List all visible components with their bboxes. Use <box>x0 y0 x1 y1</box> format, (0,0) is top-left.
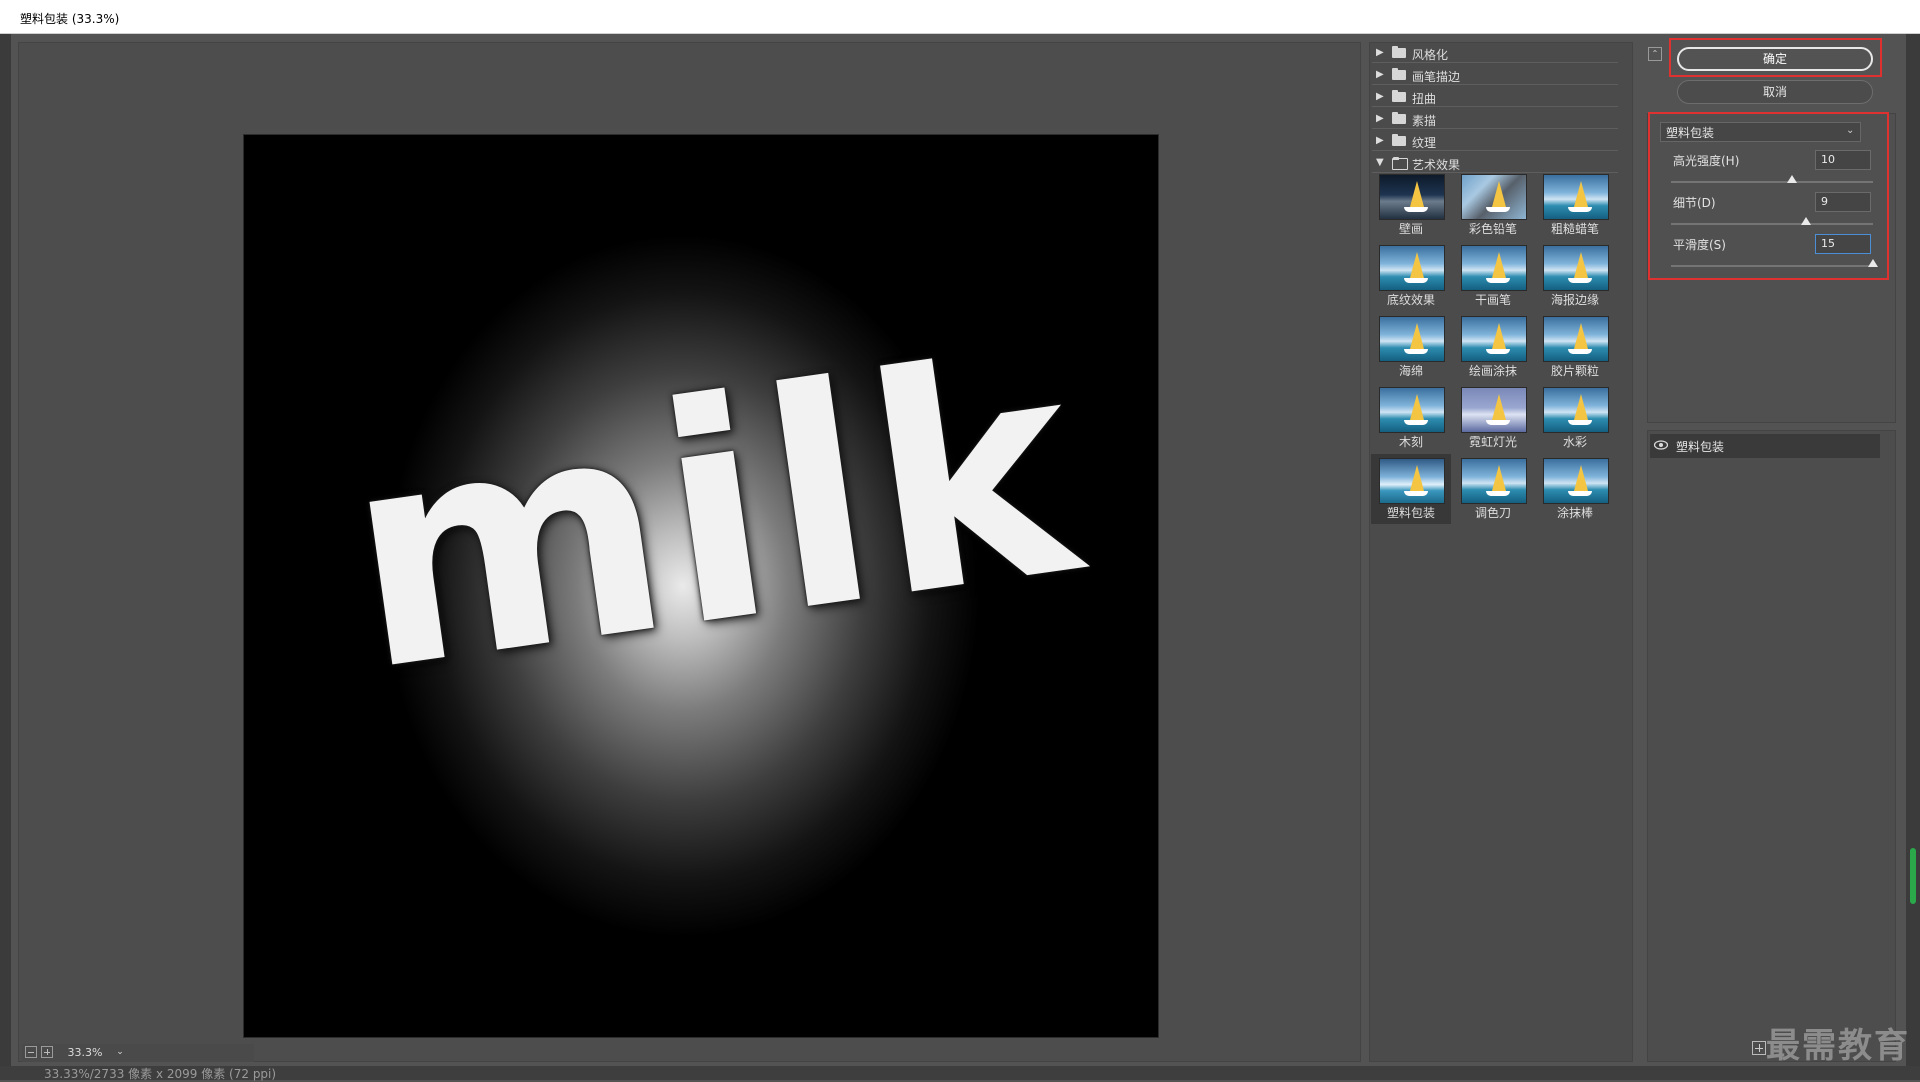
zoom-dropdown-icon[interactable]: ⌄ <box>112 1045 128 1060</box>
filter-preview-image <box>1543 316 1609 362</box>
filter-thumbnail-label: 干画笔 <box>1474 293 1511 307</box>
filter-category[interactable]: ▶ 画笔描边 <box>1372 65 1618 85</box>
filter-thumbnail[interactable]: 壁画 <box>1371 170 1451 240</box>
status-strip <box>0 1066 1920 1080</box>
filter-category-label: 纹理 <box>1412 136 1437 150</box>
left-edge <box>0 34 11 1080</box>
filter-preview-image <box>1379 387 1445 433</box>
folder-icon <box>1392 90 1406 102</box>
eye-icon[interactable] <box>1654 440 1668 450</box>
filter-category-label: 画笔描边 <box>1412 70 1461 84</box>
filter-thumbnail-label: 壁画 <box>1398 222 1423 236</box>
expand-arrow-icon: ▶ <box>1376 47 1384 58</box>
filter-category[interactable]: ▶ 风格化 <box>1372 43 1618 63</box>
zoom-out-button[interactable] <box>25 1046 37 1058</box>
filter-category[interactable]: ▶ 素描 <box>1372 109 1618 129</box>
folder-icon <box>1392 112 1406 124</box>
filter-thumbnail-label: 霓虹灯光 <box>1468 435 1517 449</box>
filter-thumbnail-label: 涂抹棒 <box>1556 506 1593 520</box>
filter-preview-image <box>1543 458 1609 504</box>
filter-preview-image <box>1379 458 1445 504</box>
zoom-level[interactable]: 33.3% <box>60 1045 110 1060</box>
filter-category[interactable]: ▶ 纹理 <box>1372 131 1618 151</box>
zoom-bar <box>22 1044 254 1062</box>
filter-preview-image <box>1379 174 1445 220</box>
filter-thumbnail[interactable]: 海报边缘 <box>1535 241 1615 311</box>
zoom-in-button[interactable] <box>41 1046 53 1058</box>
filter-preview-image <box>1379 316 1445 362</box>
expand-arrow-icon: ▶ <box>1376 91 1384 102</box>
scroll-indicator[interactable] <box>1910 848 1916 904</box>
folder-icon <box>1392 46 1406 58</box>
filter-preview-image <box>1461 245 1527 291</box>
ok-highlight-box <box>1669 38 1882 77</box>
collapse-arrow-icon: ▼ <box>1376 157 1384 168</box>
filter-preview-image <box>1543 387 1609 433</box>
folder-icon <box>1392 68 1406 80</box>
filter-thumbnail-label: 海绵 <box>1398 364 1423 378</box>
status-text: 33.33%/2733 像素 x 2099 像素 (72 ppi) <box>44 1067 277 1081</box>
filter-preview-image <box>1543 245 1609 291</box>
filter-thumbnail[interactable]: 胶片颗粒 <box>1535 312 1615 382</box>
filter-thumbnail[interactable]: 干画笔 <box>1453 241 1533 311</box>
expand-arrow-icon: ▶ <box>1376 135 1384 146</box>
filter-preview-image <box>1379 245 1445 291</box>
watermark-text: 最需教育 <box>1766 1026 1910 1066</box>
filter-thumbnail[interactable]: 塑料包装 <box>1371 454 1451 524</box>
filter-category-label: 素描 <box>1412 114 1437 128</box>
filter-category-label: 风格化 <box>1412 48 1449 62</box>
filter-thumbnail[interactable]: 涂抹棒 <box>1535 454 1615 524</box>
filter-thumbnail-label: 绘画涂抹 <box>1468 364 1517 378</box>
filter-category[interactable]: ▶ 扭曲 <box>1372 87 1618 107</box>
preview-canvas[interactable]: milk <box>244 135 1158 1037</box>
filter-thumbnail[interactable]: 木刻 <box>1371 383 1451 453</box>
filter-category-label: 扭曲 <box>1412 92 1437 106</box>
expand-arrow-icon: ▶ <box>1376 113 1384 124</box>
window-title: 塑料包装 (33.3%) <box>20 12 120 26</box>
right-edge <box>1906 34 1920 1080</box>
filter-thumbnail-label: 海报边缘 <box>1550 293 1599 307</box>
filter-thumbnail-label: 粗糙蜡笔 <box>1550 222 1599 236</box>
folder-icon <box>1392 157 1408 170</box>
collapse-gallery-button[interactable]: ⌃ <box>1648 47 1662 61</box>
filter-thumbnail-label: 水彩 <box>1562 435 1587 449</box>
params-highlight-box <box>1648 112 1889 280</box>
folder-icon <box>1392 134 1406 146</box>
new-effect-layer-button[interactable] <box>1752 1041 1766 1055</box>
filter-preview-image <box>1461 174 1527 220</box>
filter-thumbnail[interactable]: 水彩 <box>1535 383 1615 453</box>
filter-thumbnail[interactable]: 彩色铅笔 <box>1453 170 1533 240</box>
filter-thumbnail[interactable]: 霓虹灯光 <box>1453 383 1533 453</box>
expand-arrow-icon: ▶ <box>1376 69 1384 80</box>
filter-thumbnail-label: 木刻 <box>1398 435 1423 449</box>
filter-preview-image <box>1461 387 1527 433</box>
filter-thumbnail[interactable]: 粗糙蜡笔 <box>1535 170 1615 240</box>
filter-thumbnail-label: 塑料包装 <box>1386 506 1435 520</box>
filter-preview-image <box>1461 458 1527 504</box>
filter-preview-image <box>1543 174 1609 220</box>
filter-preview-image <box>1461 316 1527 362</box>
filter-thumbnail[interactable]: 海绵 <box>1371 312 1451 382</box>
effect-layer-label: 塑料包装 <box>1676 440 1725 454</box>
effect-layers-panel <box>1647 430 1896 1062</box>
filter-thumbnail-label: 胶片颗粒 <box>1550 364 1599 378</box>
filter-thumbnail-label: 调色刀 <box>1474 506 1511 520</box>
canvas-text: milk <box>329 291 1097 739</box>
filter-thumbnail[interactable]: 绘画涂抹 <box>1453 312 1533 382</box>
filter-thumbnail[interactable]: 底纹效果 <box>1371 241 1451 311</box>
cancel-button[interactable]: 取消 <box>1677 80 1873 104</box>
filter-thumbnail-label: 彩色铅笔 <box>1468 222 1517 236</box>
preview-panel: milk <box>18 42 1361 1062</box>
filter-thumbnail[interactable]: 调色刀 <box>1453 454 1533 524</box>
filter-thumbnail-label: 底纹效果 <box>1386 293 1435 307</box>
title-bar <box>0 0 1920 34</box>
